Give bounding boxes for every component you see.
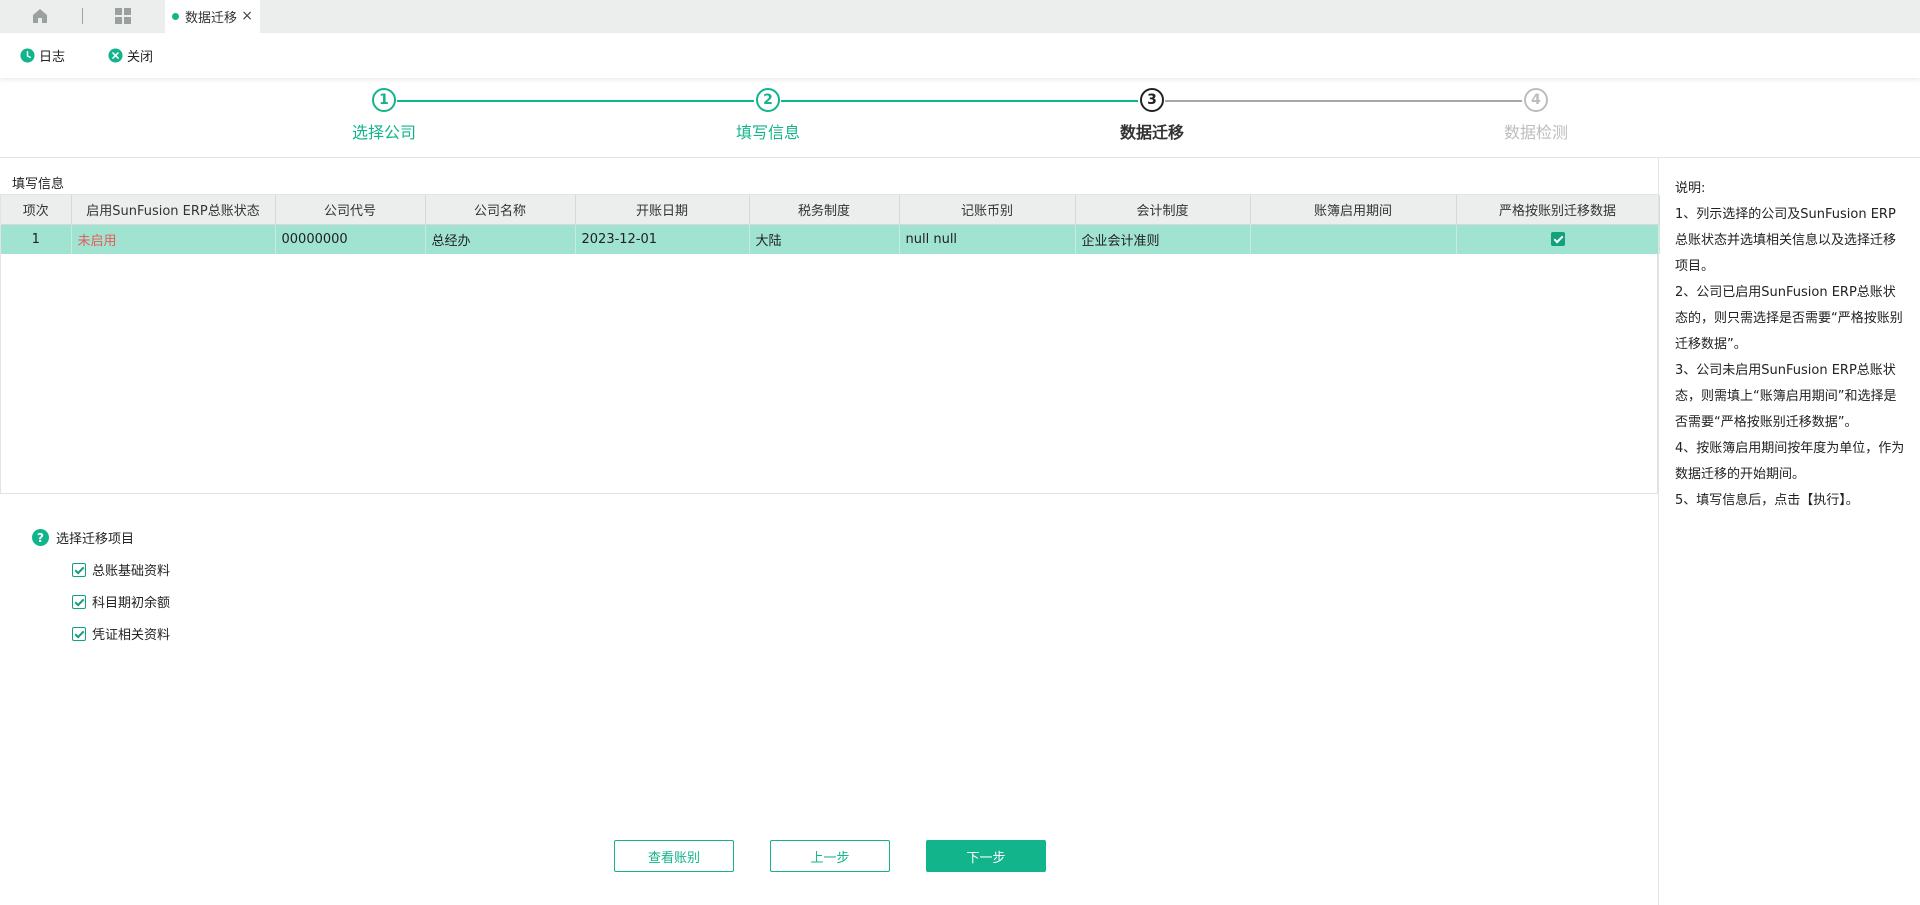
close-button[interactable]: 关闭 xyxy=(108,46,153,65)
step-circle: 1 xyxy=(372,88,396,112)
instruction-line: 4、按账簿启用期间按年度为单位，作为数据迁移的开始期间。 xyxy=(1675,441,1905,482)
instruction-line: 1、列示选择的公司及SunFusion ERP总账状态并选填相关信息以及选择迁移… xyxy=(1675,207,1897,274)
step-label: 数据迁移 xyxy=(1119,123,1184,142)
cell-ledger-period[interactable] xyxy=(1250,224,1457,254)
migration-items-title: 选择迁移项目 xyxy=(56,532,135,547)
next-step-button[interactable]: 下一步 xyxy=(926,840,1046,872)
column-header[interactable]: 记账币别 xyxy=(899,195,1076,225)
company-table: 项次 启用SunFusion ERP总账状态 公司代号 公司名称 开账日期 税务… xyxy=(0,194,1660,494)
cell-strict-migration xyxy=(1456,224,1660,254)
step-label: 选择公司 xyxy=(351,123,416,142)
cell-company-name: 总经办 xyxy=(425,224,576,254)
log-button[interactable]: 日志 xyxy=(20,46,65,65)
instruction-line: 5、填写信息后，点击【执行】。 xyxy=(1675,493,1859,508)
table-row[interactable]: 1 未启用 00000000 总经办 2023-12-01 大陆 null nu… xyxy=(1,224,1660,254)
home-icon[interactable] xyxy=(30,6,50,26)
item-label: 科目期初余额 xyxy=(92,596,171,611)
tab-divider xyxy=(82,8,83,24)
column-header[interactable]: 公司名称 xyxy=(425,195,576,225)
migration-items-header: ? 选择迁移项目 xyxy=(32,528,170,547)
migration-item-opening-balance[interactable]: 科目期初余额 xyxy=(72,592,170,611)
cell-company-code: 00000000 xyxy=(275,224,426,254)
checkbox-icon[interactable] xyxy=(72,594,86,609)
step-circle: 4 xyxy=(1524,88,1548,112)
cell-accounting-system: 企业会计准则 xyxy=(1075,224,1251,254)
column-header[interactable]: 项次 xyxy=(1,195,72,225)
instruction-line: 3、公司未启用SunFusion ERP总账状态，则需填上“账簿启用期间”和选择… xyxy=(1675,363,1897,430)
close-label: 关闭 xyxy=(127,50,154,65)
section-title: 填写信息 xyxy=(12,177,65,192)
step-data-check[interactable]: 4 数据检测 xyxy=(1466,88,1606,143)
tab-data-migration[interactable]: 数据迁移 × xyxy=(165,0,260,33)
table-header-row: 项次 启用SunFusion ERP总账状态 公司代号 公司名称 开账日期 税务… xyxy=(1,195,1660,225)
checkbox-icon[interactable] xyxy=(72,626,86,641)
step-label: 数据检测 xyxy=(1503,123,1568,142)
cell-gl-status: 未启用 xyxy=(71,224,276,254)
migration-item-gl-basic[interactable]: 总账基础资料 xyxy=(72,560,170,579)
step-fill-info[interactable]: 2 填写信息 xyxy=(698,88,838,143)
step-data-migration[interactable]: 3 数据迁移 xyxy=(1082,88,1222,143)
tab-active-dot xyxy=(172,13,179,20)
cell-tax-system: 大陆 xyxy=(749,224,900,254)
column-header[interactable]: 启用SunFusion ERP总账状态 xyxy=(71,195,276,225)
step-circle: 2 xyxy=(756,88,780,112)
prev-step-button[interactable]: 上一步 xyxy=(770,840,890,872)
column-header[interactable]: 税务制度 xyxy=(749,195,900,225)
column-header[interactable]: 公司代号 xyxy=(275,195,426,225)
column-header[interactable]: 会计制度 xyxy=(1075,195,1251,225)
clock-icon xyxy=(20,48,35,63)
strict-migration-checkbox[interactable] xyxy=(1550,232,1565,247)
migration-item-voucher[interactable]: 凭证相关资料 xyxy=(72,624,170,643)
close-circle-icon xyxy=(108,48,123,63)
tab-strip: 数据迁移 × xyxy=(0,0,1920,33)
step-select-company[interactable]: 1 选择公司 xyxy=(314,88,454,143)
cell-currency: null null xyxy=(899,224,1076,254)
column-header[interactable]: 开账日期 xyxy=(575,195,750,225)
instructions-panel: 说明: 1、列示选择的公司及SunFusion ERP总账状态并选填相关信息以及… xyxy=(1658,158,1920,905)
item-label: 凭证相关资料 xyxy=(92,628,171,643)
instruction-line: 2、公司已启用SunFusion ERP总账状态的，则只需选择是否需要“严格按账… xyxy=(1675,285,1903,352)
tab-close-icon[interactable]: × xyxy=(241,8,253,24)
tab-label: 数据迁移 xyxy=(185,11,238,26)
apps-grid-icon[interactable] xyxy=(114,7,132,25)
toolbar: 日志 关闭 xyxy=(0,33,1920,78)
step-circle: 3 xyxy=(1140,88,1164,112)
log-label: 日志 xyxy=(39,50,66,65)
cell-index: 1 xyxy=(1,224,72,254)
instructions-title: 说明: xyxy=(1675,181,1706,196)
help-icon[interactable]: ? xyxy=(32,529,49,546)
view-books-button[interactable]: 查看账别 xyxy=(614,840,734,872)
column-header[interactable]: 账簿启用期间 xyxy=(1250,195,1457,225)
migration-items: ? 选择迁移项目 总账基础资料 科目期初余额 凭证相关资料 xyxy=(32,528,170,643)
progress-stepper: 1 选择公司 2 填写信息 3 数据迁移 4 数据检测 xyxy=(0,78,1920,158)
checkbox-icon[interactable] xyxy=(72,562,86,577)
column-header[interactable]: 严格按账别迁移数据 xyxy=(1456,195,1660,225)
main-content: 填写信息 项次 启用SunFusion ERP总账状态 公司代号 公司名称 开账… xyxy=(0,158,1660,905)
step-label: 填写信息 xyxy=(735,123,800,142)
cell-open-date: 2023-12-01 xyxy=(575,224,750,254)
item-label: 总账基础资料 xyxy=(92,564,171,579)
